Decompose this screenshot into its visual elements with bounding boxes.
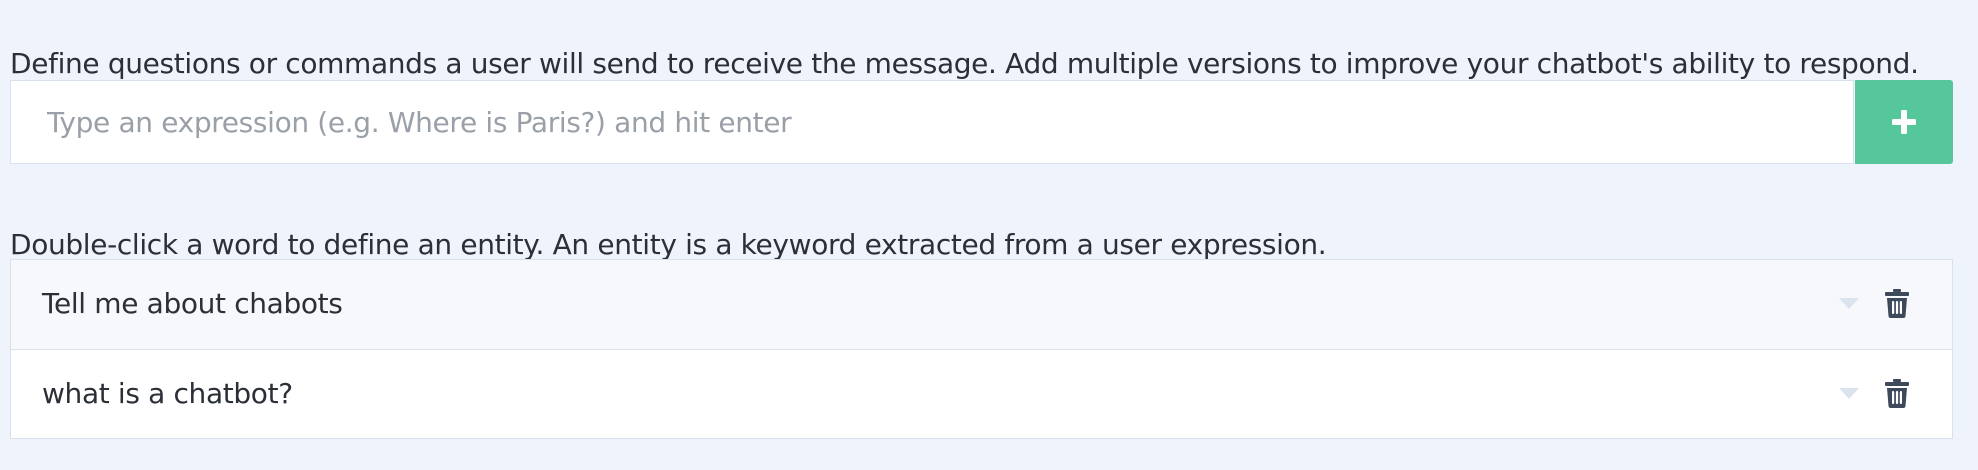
expressions-panel: Define questions or commands a user will… — [0, 0, 1978, 470]
add-expression-button[interactable] — [1855, 80, 1953, 164]
trash-icon[interactable] — [1885, 289, 1909, 318]
chevron-down-icon[interactable] — [1839, 298, 1859, 310]
expression-entry-row — [10, 80, 1953, 166]
expression-text[interactable]: what is a chatbot? — [42, 350, 293, 438]
expression-input[interactable] — [10, 80, 1854, 164]
expressions-description: Define questions or commands a user will… — [10, 47, 1919, 80]
chevron-down-icon[interactable] — [1839, 388, 1859, 400]
expression-list: Tell me about chabots what is a chatbot? — [10, 259, 1953, 439]
expression-list-item[interactable]: what is a chatbot? — [11, 349, 1952, 438]
expression-text[interactable]: Tell me about chabots — [42, 260, 343, 348]
trash-icon[interactable] — [1885, 379, 1909, 408]
entity-help-text: Double-click a word to define an entity.… — [10, 228, 1327, 261]
expression-list-item[interactable]: Tell me about chabots — [11, 260, 1952, 349]
plus-icon — [1892, 110, 1916, 134]
